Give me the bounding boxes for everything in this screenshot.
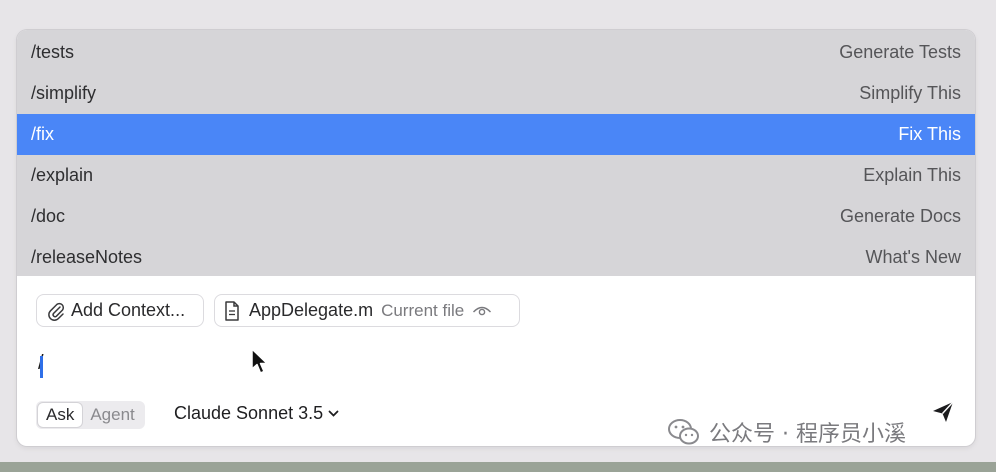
model-name: Claude Sonnet 3.5 xyxy=(174,403,324,423)
command-item-tests[interactable]: /tests Generate Tests xyxy=(17,32,975,73)
document-icon xyxy=(223,300,241,322)
command-description: What's New xyxy=(865,247,961,267)
command-item-release-notes[interactable]: /releaseNotes What's New xyxy=(17,237,975,278)
command-name: /fix xyxy=(31,124,55,144)
file-name: AppDelegate.m xyxy=(249,300,374,320)
current-file-chip[interactable]: AppDelegate.m Current file xyxy=(214,294,520,327)
command-item-simplify[interactable]: /simplify Simplify This xyxy=(17,73,975,114)
command-name: /releaseNotes xyxy=(31,247,143,267)
mode-ask-button[interactable]: Ask xyxy=(38,403,83,427)
command-description: Generate Tests xyxy=(839,42,961,62)
paperclip-icon xyxy=(47,301,65,321)
text-caret xyxy=(40,356,43,378)
command-name: /doc xyxy=(31,206,66,226)
add-context-button[interactable]: Add Context... xyxy=(36,294,204,327)
command-description: Explain This xyxy=(863,165,961,185)
command-description: Fix This xyxy=(898,124,961,144)
watermark-text: 公众号 · 程序员小溪 xyxy=(709,422,906,446)
command-description: Simplify This xyxy=(859,83,961,103)
command-item-fix[interactable]: /fix Fix This xyxy=(17,114,975,155)
command-name: /simplify xyxy=(31,83,97,103)
mode-toggle: Ask Agent xyxy=(36,401,145,429)
file-note: Current file xyxy=(381,300,465,320)
chat-panel: /tests Generate Tests /simplify Simplify… xyxy=(17,30,975,446)
mouse-pointer-icon xyxy=(251,348,271,381)
command-name: /tests xyxy=(31,42,75,62)
watermark: 公众号 · 程序员小溪 xyxy=(667,417,906,446)
command-item-doc[interactable]: /doc Generate Docs xyxy=(17,196,975,237)
mode-agent-button[interactable]: Agent xyxy=(82,403,142,427)
add-context-label: Add Context... xyxy=(71,300,186,320)
model-selector[interactable]: Claude Sonnet 3.5 xyxy=(174,403,339,424)
command-description: Generate Docs xyxy=(839,206,961,226)
chevron-down-icon xyxy=(328,406,339,421)
eye-icon[interactable] xyxy=(472,304,492,318)
command-name: /explain xyxy=(31,165,94,185)
command-item-explain[interactable]: /explain Explain This xyxy=(17,155,975,196)
slash-command-menu: /tests Generate Tests /simplify Simplify… xyxy=(17,30,975,276)
paper-plane-icon[interactable] xyxy=(931,400,955,429)
wechat-icon xyxy=(667,418,701,446)
background-strip xyxy=(0,462,996,472)
